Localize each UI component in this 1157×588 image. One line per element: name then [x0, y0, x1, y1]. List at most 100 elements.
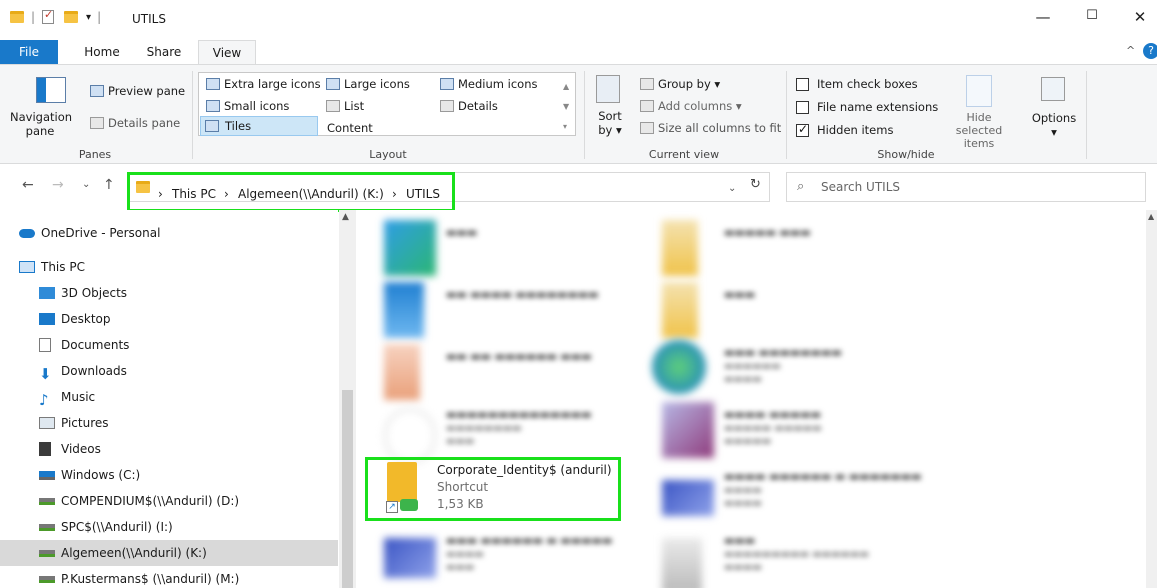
large-icons-icon — [326, 78, 340, 90]
file-tile[interactable]: ▬▬ ▬▬▬▬ ▬▬▬▬▬▬▬▬ — [384, 282, 644, 342]
navigation-pane-button[interactable]: Navigation pane — [0, 110, 80, 138]
file-tile[interactable]: ▬▬▬▬▬▬▬▬▬▬▬▬▬▬ ▬▬▬▬▬▬▬▬ ▬▬▬ — [384, 402, 644, 464]
tab-file[interactable]: File — [0, 40, 58, 64]
file-tile[interactable]: ▬▬▬▬ ▬▬▬▬▬ ▬▬▬▬▬ ▬▬▬▬▬ ▬▬▬▬▬ — [662, 402, 922, 462]
nav-item-documents[interactable]: Documents — [0, 332, 338, 358]
hidden-items-checkbox[interactable] — [796, 122, 809, 137]
nav-item-label: SPC$(\\Anduril) (I:) — [61, 520, 173, 534]
music-icon: ♪ — [39, 391, 49, 409]
hide-selected-items-button[interactable]: Hide selected items — [942, 111, 1016, 150]
highlighted-shortcut-tile[interactable] — [365, 457, 621, 521]
preview-pane-button[interactable]: Preview pane — [90, 84, 185, 98]
refresh-icon[interactable]: ↻ — [750, 177, 761, 192]
scroll-up-icon[interactable]: ▲ — [1148, 212, 1154, 221]
customize-toolbar-chevron-icon[interactable]: ▾ — [86, 12, 91, 23]
layout-tiles[interactable]: Tiles — [200, 116, 318, 136]
up-arrow-icon[interactable]: ↑ — [103, 177, 115, 193]
minimize-button[interactable]: — — [1033, 8, 1053, 26]
extra-large-icons-icon — [206, 78, 220, 90]
blurred-file-icon — [384, 282, 424, 338]
details-pane-label: Details pane — [108, 116, 181, 130]
size-columns-button[interactable]: Size all columns to fit — [640, 121, 781, 135]
network-drive-icon — [39, 575, 55, 583]
nav-item-label: Documents — [61, 338, 130, 352]
breadcrumb-separator: › — [392, 187, 397, 201]
breadcrumb-this-pc[interactable]: This PC — [172, 187, 216, 201]
nav-item-kustermans[interactable]: P.Kustermans$ (\\anduril) (M:) — [0, 566, 338, 588]
options-button[interactable]: Options ▾ — [1026, 111, 1082, 139]
hidden-items-label: Hidden items — [817, 123, 894, 137]
group-by-button[interactable]: Group by ▾ — [640, 77, 720, 91]
file-tile[interactable]: ▬▬ ▬▬ ▬▬▬▬▬▬ ▬▬▬ — [384, 344, 644, 404]
hidden-items-toggle[interactable]: Hidden items — [796, 122, 894, 137]
nav-item-windows-c[interactable]: Windows (C:) — [0, 462, 338, 488]
layout-small-icons[interactable]: Small icons — [206, 99, 289, 113]
layout-scroll-arrows[interactable]: ▲ ▼ ▾ — [563, 77, 569, 137]
layout-list[interactable]: List — [326, 99, 364, 113]
file-tile[interactable]: ▬▬▬▬▬ ▬▬▬ — [662, 220, 922, 280]
file-tile[interactable]: ▬▬▬▬ ▬▬▬▬▬▬ ▬ ▬▬▬▬▬▬▬ ▬▬▬▬ ▬▬▬▬ — [662, 464, 922, 524]
new-folder-icon[interactable] — [64, 11, 79, 23]
nav-item-music[interactable]: ♪ Music — [0, 384, 338, 410]
address-dropdown-chevron-icon[interactable]: ⌄ — [728, 183, 736, 194]
close-button[interactable]: ✕ — [1130, 8, 1150, 26]
nav-item-onedrive[interactable]: OneDrive - Personal — [0, 220, 338, 246]
address-bar[interactable]: › This PC › Algemeen(\\Anduril) (K:) › U… — [127, 172, 770, 202]
navigation-pane-icon — [36, 77, 66, 103]
file-name-extensions-label: File name extensions — [817, 100, 939, 114]
file-name-extensions-toggle[interactable]: File name extensions — [796, 100, 938, 114]
layout-option-label: Tiles — [225, 119, 252, 133]
divider — [192, 71, 193, 159]
separator: | — [97, 10, 102, 24]
layout-extra-large-icons[interactable]: Extra large icons — [206, 77, 321, 91]
file-tile[interactable]: ▬▬▬ ▬▬▬▬▬▬▬▬ ▬▬▬▬▬▬ ▬▬▬▬ — [652, 340, 912, 400]
nav-item-desktop[interactable]: Desktop — [0, 306, 338, 332]
nav-item-spc[interactable]: SPC$(\\Anduril) (I:) — [0, 514, 338, 540]
scroll-up-icon[interactable]: ▲ — [342, 212, 349, 222]
search-box[interactable]: ⌕ Search UTILS — [786, 172, 1146, 202]
layout-details[interactable]: Details — [440, 99, 498, 113]
folder-icon — [136, 181, 150, 193]
nav-item-compendium[interactable]: COMPENDIUM$(\\Anduril) (D:) — [0, 488, 338, 514]
details-pane-button[interactable]: Details pane — [90, 116, 180, 130]
nav-item-label: Downloads — [61, 364, 127, 378]
network-drive-icon — [39, 523, 55, 531]
recent-locations-chevron-icon[interactable]: ⌄ — [82, 179, 90, 190]
navigation-pane: OneDrive - Personal This PC 3D Objects D… — [0, 210, 338, 588]
current-view-group-label: Current view — [648, 148, 720, 161]
add-columns-button[interactable]: Add columns ▾ — [640, 99, 742, 113]
tab-view[interactable]: View — [198, 40, 256, 64]
nav-item-downloads[interactable]: ⬇ Downloads — [0, 358, 338, 384]
item-check-boxes-checkbox[interactable] — [796, 77, 809, 91]
search-input[interactable]: Search UTILS — [821, 180, 900, 194]
sort-by-button[interactable]: Sort by ▾ — [590, 109, 630, 137]
collapse-ribbon-icon[interactable]: ^ — [1126, 44, 1135, 57]
back-arrow-icon[interactable]: ← — [22, 177, 34, 193]
layout-medium-icons[interactable]: Medium icons — [440, 77, 537, 91]
properties-icon[interactable] — [42, 8, 55, 24]
blurred-file-text: ▬▬▬ — [446, 226, 478, 239]
forward-arrow-icon[interactable]: → — [52, 177, 64, 193]
content-scrollbar[interactable]: ▲ — [1146, 210, 1157, 588]
layout-large-icons[interactable]: Large icons — [326, 77, 410, 91]
nav-scrollbar-thumb[interactable] — [342, 390, 353, 588]
layout-option-label: Medium icons — [458, 77, 538, 91]
nav-item-3d-objects[interactable]: 3D Objects — [0, 280, 338, 306]
file-tile[interactable]: ▬▬▬ ▬▬▬▬▬▬ ▬ ▬▬▬▬▬ ▬▬▬▬ ▬▬▬ — [384, 528, 644, 588]
breadcrumb-utils[interactable]: UTILS — [406, 187, 440, 201]
tab-share[interactable]: Share — [140, 40, 188, 64]
tab-home[interactable]: Home — [78, 40, 126, 64]
breadcrumb-algemeen[interactable]: Algemeen(\\Anduril) (K:) — [238, 187, 384, 201]
help-icon[interactable]: ? — [1143, 43, 1157, 59]
nav-item-videos[interactable]: Videos — [0, 436, 338, 462]
file-tile[interactable]: ▬▬▬ — [662, 282, 922, 342]
item-check-boxes-toggle[interactable]: Item check boxes — [796, 77, 918, 91]
nav-item-algemeen[interactable]: Algemeen(\\Anduril) (K:) — [0, 540, 338, 566]
maximize-button[interactable]: ☐ — [1082, 8, 1102, 23]
file-name-extensions-checkbox[interactable] — [796, 100, 809, 114]
nav-item-label: P.Kustermans$ (\\anduril) (M:) — [61, 572, 240, 586]
nav-item-this-pc[interactable]: This PC — [0, 254, 338, 280]
file-tile[interactable]: ▬▬▬ ▬▬▬▬▬▬▬▬▬ ▬▬▬▬▬▬ ▬▬▬▬ — [662, 528, 922, 588]
file-tile[interactable]: ▬▬▬ — [384, 220, 644, 280]
nav-item-pictures[interactable]: Pictures — [0, 410, 338, 436]
